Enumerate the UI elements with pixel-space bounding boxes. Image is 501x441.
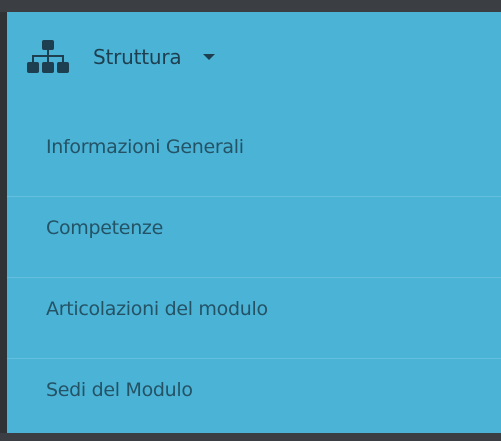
caret-down-icon xyxy=(203,54,215,60)
menu-item-label: Competenze xyxy=(46,217,163,239)
struttura-submenu: Informazioni Generali Competenze Articol… xyxy=(7,116,501,440)
menu-item-competenze[interactable]: Competenze xyxy=(7,197,501,278)
menu-item-informazioni-generali[interactable]: Informazioni Generali xyxy=(7,116,501,197)
menu-item-label: Informazioni Generali xyxy=(46,136,244,158)
menu-item-label: Sedi del Modulo xyxy=(46,379,193,401)
menu-item-sedi-del-modulo[interactable]: Sedi del Modulo xyxy=(7,359,501,440)
struttura-dropdown-toggle[interactable]: Struttura xyxy=(7,12,501,102)
bottom-dark-bar xyxy=(0,433,501,441)
left-dark-edge xyxy=(0,12,7,433)
menu-screenshot: Struttura Informazioni Generali Competen… xyxy=(0,0,501,441)
menu-item-label: Articolazioni del modulo xyxy=(46,298,268,320)
sidebar-menu: Struttura Informazioni Generali Competen… xyxy=(7,12,501,433)
top-dark-bar xyxy=(0,0,501,12)
menu-item-articolazioni-del-modulo[interactable]: Articolazioni del modulo xyxy=(7,278,501,359)
sitemap-icon xyxy=(27,40,69,73)
struttura-label: Struttura xyxy=(93,45,182,69)
